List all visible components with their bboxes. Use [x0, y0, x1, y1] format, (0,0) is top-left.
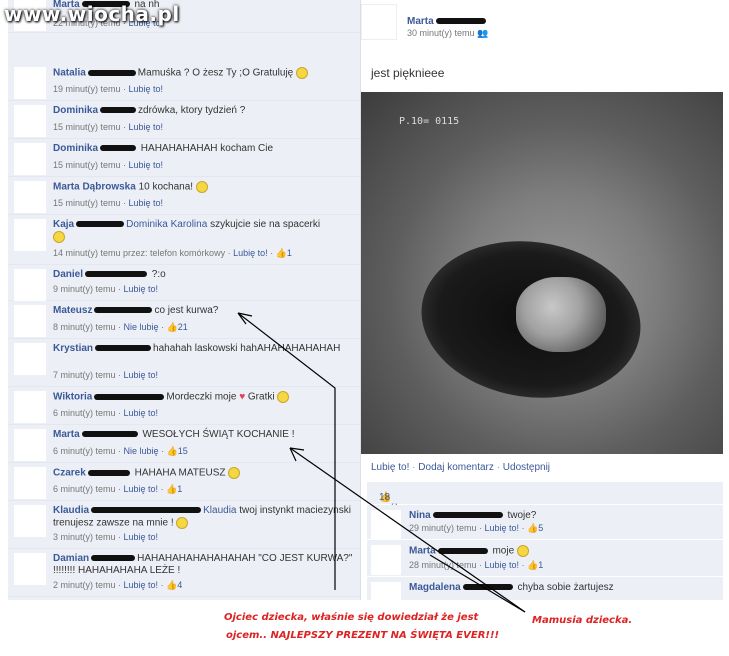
father-annotation-line1: Ojciec dziecka, właśnie się dowiedział ż…	[224, 612, 479, 623]
mother-annotation: Mamusia dziecka.	[532, 615, 633, 626]
arrow-to-marta-right	[429, 554, 526, 613]
annotation-arrows	[237, 312, 526, 613]
arrow-to-mateusz	[237, 312, 336, 590]
father-annotation-line2: ojcem.. NAJLEPSZY PREZENT NA ŚWIĘTA EVER…	[226, 630, 500, 641]
watermark-logo: www.wiocha.pl	[4, 2, 180, 26]
arrow-to-marta-left	[289, 447, 526, 613]
